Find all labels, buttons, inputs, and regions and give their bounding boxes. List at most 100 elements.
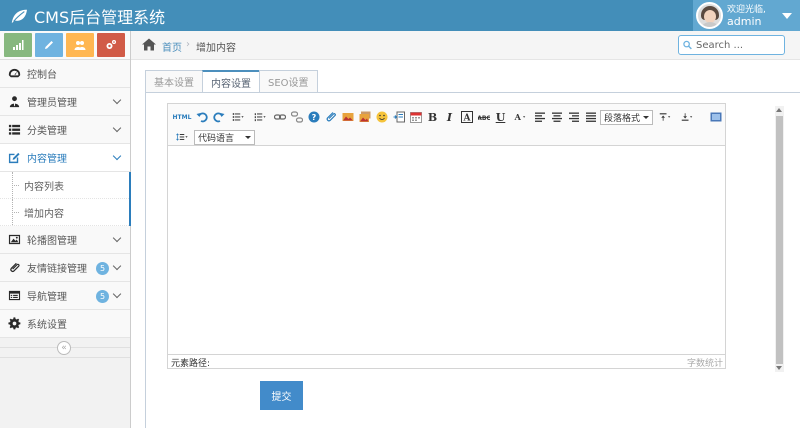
sidebar-item-navigation[interactable]: 导航管理 5 bbox=[0, 282, 130, 310]
scroll-up-icon[interactable] bbox=[776, 108, 782, 112]
html-source-button[interactable]: HTML bbox=[172, 110, 192, 125]
attachment-button[interactable] bbox=[323, 110, 338, 125]
sidebar-item-categories[interactable]: 分类管理 bbox=[0, 116, 130, 144]
italic-button[interactable]: I bbox=[442, 110, 457, 125]
redo-icon bbox=[212, 112, 224, 123]
picture-icon bbox=[7, 233, 21, 247]
scroll-thumb[interactable] bbox=[776, 116, 783, 364]
count-badge: 5 bbox=[96, 262, 109, 275]
sidebar-item-friend-links[interactable]: 友情链接管理 5 bbox=[0, 254, 130, 282]
align-justify-button[interactable] bbox=[583, 110, 598, 125]
sidebar-subitem-add-content[interactable]: 增加内容 bbox=[0, 199, 129, 226]
font-border-icon: A bbox=[460, 111, 473, 123]
image-button[interactable] bbox=[340, 110, 355, 125]
row-spacing-top-button[interactable] bbox=[655, 110, 675, 125]
search-box bbox=[678, 35, 785, 55]
sidebar-shortcuts bbox=[0, 31, 130, 60]
font-color-icon: A bbox=[514, 112, 526, 122]
align-right-button[interactable] bbox=[566, 110, 581, 125]
chevron-down-icon bbox=[112, 233, 122, 243]
tab-content-settings[interactable]: 内容设置 bbox=[202, 70, 260, 93]
breadcrumb-home-link[interactable]: 首页 bbox=[162, 39, 182, 54]
breadcrumb-separator: › bbox=[186, 39, 190, 50]
content-submenu: 内容列表 增加内容 bbox=[0, 172, 131, 226]
date-button[interactable] bbox=[408, 110, 423, 125]
tab-seo-settings[interactable]: SEO设置 bbox=[259, 70, 318, 93]
underline-button[interactable]: U bbox=[493, 110, 508, 125]
search-icon bbox=[683, 40, 692, 50]
align-justify-icon bbox=[585, 112, 596, 122]
emoticon-button[interactable] bbox=[374, 110, 389, 125]
font-color-button[interactable]: A bbox=[510, 110, 530, 125]
font-border-button[interactable]: A bbox=[459, 110, 474, 125]
scroll-down-icon[interactable] bbox=[776, 366, 782, 370]
paperclip-icon bbox=[7, 261, 21, 275]
paragraph-format-select[interactable]: 段落格式 bbox=[600, 109, 654, 125]
search-input[interactable] bbox=[696, 39, 784, 51]
shortcut-users-button[interactable] bbox=[66, 33, 94, 57]
sidebar-item-settings[interactable]: 系统设置 bbox=[0, 310, 130, 338]
count-badge: 5 bbox=[96, 290, 109, 303]
redo-button[interactable] bbox=[211, 110, 226, 125]
svg-text:A: A bbox=[514, 112, 522, 122]
link-button[interactable] bbox=[272, 110, 287, 125]
multi-image-button[interactable] bbox=[357, 110, 372, 125]
svg-text:ABC: ABC bbox=[478, 115, 490, 122]
sidebar-item-dashboard[interactable]: 控制台 bbox=[0, 60, 130, 88]
vertical-scrollbar[interactable] bbox=[775, 106, 784, 372]
unordered-list-icon bbox=[232, 113, 244, 121]
ordered-list-button[interactable] bbox=[250, 110, 270, 125]
leaf-icon bbox=[11, 9, 27, 23]
user-menu[interactable]: 欢迎光临, admin bbox=[693, 0, 800, 31]
username: admin bbox=[727, 14, 762, 28]
strikethrough-button[interactable]: ABC bbox=[476, 110, 491, 125]
link-icon bbox=[273, 114, 286, 120]
avatar bbox=[696, 2, 723, 29]
sidebar-subitem-label: 增加内容 bbox=[24, 208, 64, 220]
tachometer-icon bbox=[7, 67, 21, 81]
sidebar-item-label: 分类管理 bbox=[27, 126, 67, 137]
image-icon bbox=[342, 113, 353, 121]
editor-content-area[interactable] bbox=[168, 146, 725, 356]
align-center-button[interactable] bbox=[549, 110, 564, 125]
align-left-button[interactable] bbox=[532, 110, 547, 125]
sidebar-item-carousel[interactable]: 轮播图管理 bbox=[0, 226, 130, 254]
strikethrough-icon: ABC bbox=[477, 115, 490, 122]
double-chevron-left-icon[interactable]: « bbox=[57, 341, 71, 355]
code-language-select[interactable]: 代码语言 bbox=[194, 129, 256, 145]
row-spacing-bottom-button[interactable] bbox=[677, 110, 697, 125]
unordered-list-button[interactable] bbox=[228, 110, 248, 125]
sidebar-item-admins[interactable]: 管理员管理 bbox=[0, 88, 130, 116]
insert-frame-button[interactable] bbox=[391, 110, 406, 125]
line-height-button[interactable] bbox=[172, 130, 192, 145]
svg-text:?: ? bbox=[311, 113, 316, 122]
help-button[interactable]: ? bbox=[306, 110, 321, 125]
user-tie-icon bbox=[7, 95, 21, 109]
align-center-icon bbox=[551, 112, 562, 122]
brand[interactable]: CMS后台管理系统 bbox=[10, 4, 165, 27]
caret-down-icon bbox=[245, 135, 252, 139]
shortcut-cogs-button[interactable] bbox=[97, 33, 125, 57]
tab-basic-settings[interactable]: 基本设置 bbox=[145, 70, 203, 93]
edit-icon bbox=[7, 151, 21, 165]
element-path: 元素路径: bbox=[171, 359, 211, 369]
sidebar-subitem-content-list[interactable]: 内容列表 bbox=[0, 172, 129, 199]
undo-button[interactable] bbox=[194, 110, 209, 125]
fullscreen-button[interactable] bbox=[708, 110, 723, 125]
align-left-icon bbox=[534, 112, 545, 122]
align-right-icon bbox=[568, 112, 579, 122]
top-navbar: CMS后台管理系统 欢迎光临, admin bbox=[0, 0, 800, 31]
smile-icon bbox=[376, 111, 387, 123]
sidebar-item-content[interactable]: 内容管理 bbox=[0, 144, 130, 172]
shortcut-pencil-button[interactable] bbox=[35, 33, 63, 57]
shortcut-signal-button[interactable] bbox=[4, 33, 32, 57]
cogs-icon bbox=[106, 40, 116, 49]
breadcrumb-bar: 首页 › 增加内容 bbox=[131, 31, 800, 60]
bold-button[interactable]: B bbox=[425, 110, 440, 125]
unlink-button[interactable] bbox=[289, 110, 304, 125]
submit-button[interactable]: 提交 bbox=[260, 381, 303, 410]
code-language-value: 代码语言 bbox=[198, 133, 235, 144]
word-count: 字数统计 bbox=[686, 359, 723, 369]
sidebar-item-label: 系统设置 bbox=[27, 320, 67, 331]
editor-toolbar: HTML ? B I A ABC U A 段落格式 代码语言 bbox=[168, 104, 725, 146]
